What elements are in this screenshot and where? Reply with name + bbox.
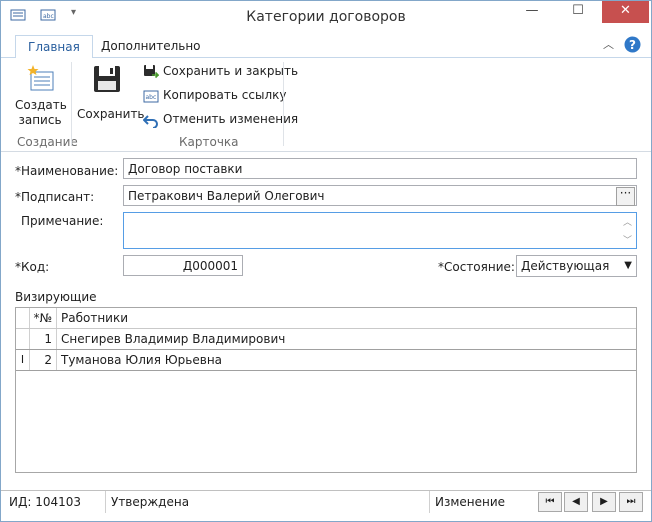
- collapse-ribbon-icon[interactable]: ︿: [603, 36, 614, 52]
- ribbon-tabs: Главная Дополнительно ︿ ?: [1, 31, 651, 59]
- ribbon-separator: [71, 62, 72, 146]
- save-close-icon: [144, 65, 159, 79]
- copy-link-label: Копировать ссылку: [163, 88, 287, 102]
- undo-icon: [143, 115, 158, 128]
- row-selector[interactable]: I: [16, 350, 30, 370]
- row-number: 2: [30, 350, 57, 370]
- approvers-table: *№ Работники 1 Снегирев Владимир Владими…: [15, 307, 637, 473]
- note-label: Примечание:: [21, 214, 104, 228]
- minimize-button[interactable]: —: [509, 1, 555, 23]
- table-row[interactable]: I 2 Туманова Юлия Юрьевна: [16, 349, 636, 371]
- maximize-button[interactable]: ☐: [555, 1, 601, 23]
- status-separator: [429, 491, 430, 513]
- ribbon-separator-2: [283, 62, 284, 146]
- signer-label: *Подписант:: [15, 190, 95, 204]
- scroll-up-icon[interactable]: ︿: [623, 215, 632, 228]
- column-workers-header[interactable]: Работники: [61, 308, 128, 328]
- state-value: Действующая: [521, 259, 610, 273]
- signer-input[interactable]: Петракович Валерий Олегович ···: [123, 185, 637, 206]
- state-select[interactable]: Действующая ▼: [516, 255, 637, 277]
- svg-text:abc: abc: [146, 94, 157, 101]
- row-selector[interactable]: [16, 329, 30, 349]
- chevron-down-icon: ▼: [624, 260, 632, 271]
- signer-value: Петракович Валерий Олегович: [128, 189, 325, 203]
- table-row[interactable]: 1 Снегирев Владимир Владимирович: [16, 329, 636, 350]
- code-label: *Код:: [15, 260, 50, 274]
- svg-text:?: ?: [629, 38, 636, 52]
- copy-link-icon: abc: [143, 90, 159, 103]
- tab-main[interactable]: Главная: [15, 35, 93, 59]
- next-record-button[interactable]: ▶: [592, 492, 616, 512]
- row-number: 1: [30, 329, 57, 349]
- tab-additional[interactable]: Дополнительно: [89, 35, 213, 57]
- name-label: *Наименование:: [15, 164, 119, 178]
- table-header: *№ Работники: [16, 308, 636, 329]
- save-label: Сохранить: [77, 107, 145, 121]
- row-worker-name: Туманова Юлия Юрьевна: [61, 353, 223, 367]
- row-worker-name: Снегирев Владимир Владимирович: [61, 332, 286, 346]
- record-action: Изменение: [435, 495, 506, 509]
- save-button[interactable]: Сохранить: [77, 64, 145, 122]
- ribbon: Создать запись Создание Сохранить Сохран…: [1, 58, 651, 152]
- new-record-icon: [27, 65, 54, 91]
- status-bar: ИД: 104103 Утверждена Изменение ⏮ ◀ ▶ ⏭: [1, 490, 651, 513]
- note-scrollbar[interactable]: ︿ ﹀: [620, 213, 636, 248]
- select-signer-button[interactable]: ···: [616, 187, 635, 206]
- note-textarea[interactable]: ︿ ﹀: [123, 212, 637, 249]
- cancel-changes-label: Отменить изменения: [163, 112, 299, 126]
- save-icon: [94, 66, 120, 92]
- record-id: ИД: 104103: [9, 495, 82, 509]
- help-icon[interactable]: ?: [624, 36, 641, 56]
- close-button[interactable]: ✕: [602, 1, 649, 23]
- group-create-label: Создание: [17, 135, 78, 149]
- name-input[interactable]: Договор поставки: [123, 158, 637, 179]
- code-input[interactable]: Д000001: [123, 255, 243, 276]
- save-close-label: Сохранить и закрыть: [163, 64, 299, 78]
- create-record-button[interactable]: Создать запись: [15, 64, 67, 128]
- save-and-close-button[interactable]: Сохранить и закрыть: [143, 61, 298, 81]
- state-label: *Состояние:: [438, 260, 515, 274]
- scroll-down-icon[interactable]: ﹀: [623, 233, 632, 246]
- app-window: abc ▾ Категории договоров — ☐ ✕ Главная …: [0, 0, 652, 522]
- create-label-2: запись: [18, 113, 62, 127]
- record-state: Утверждена: [111, 495, 190, 509]
- prev-record-button[interactable]: ◀: [564, 492, 588, 512]
- group-card-label: Карточка: [179, 135, 239, 149]
- header-selector: [16, 308, 30, 328]
- approvers-label: Визирующие: [15, 290, 97, 304]
- first-record-button[interactable]: ⏮: [538, 492, 562, 512]
- cancel-changes-button[interactable]: Отменить изменения: [143, 109, 298, 129]
- copy-link-button[interactable]: abc Копировать ссылку: [143, 85, 286, 105]
- column-number-header[interactable]: *№: [30, 308, 57, 328]
- title-bar: abc ▾ Категории договоров — ☐ ✕: [1, 1, 651, 31]
- create-label-1: Создать: [15, 98, 67, 112]
- last-record-button[interactable]: ⏭: [619, 492, 643, 512]
- status-separator: [105, 491, 106, 513]
